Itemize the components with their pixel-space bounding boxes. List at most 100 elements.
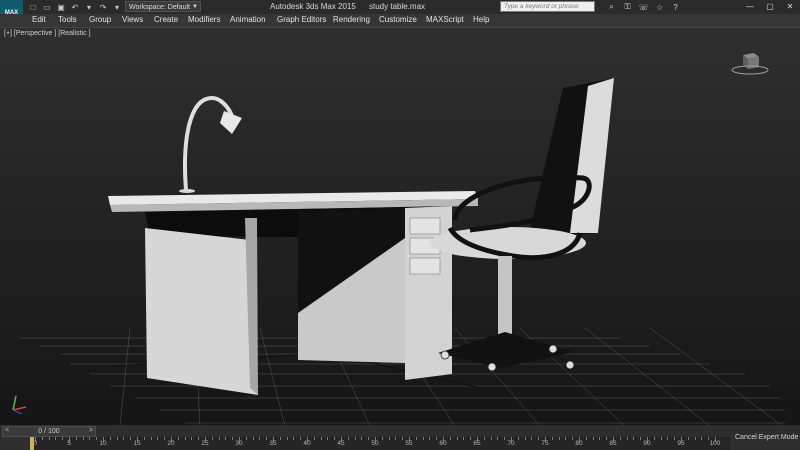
timeline-tick bbox=[41, 437, 43, 440]
menu-animation[interactable]: Animation bbox=[230, 15, 266, 24]
menu-views[interactable]: Views bbox=[122, 15, 143, 24]
file-name: study table.max bbox=[369, 2, 426, 11]
chevron-down-icon: ▼ bbox=[192, 4, 198, 10]
subscription-icon[interactable]: ⚿ bbox=[621, 1, 634, 13]
timeline-tick-label: 10 bbox=[99, 440, 107, 447]
timeline-tick bbox=[517, 437, 519, 440]
timeline-tick bbox=[626, 437, 628, 440]
undo-dropdown-icon[interactable]: ▾ bbox=[83, 1, 95, 13]
menu-modifiers[interactable]: Modifiers bbox=[188, 15, 220, 24]
info-toolbar: ⌕ ⚿ ☏ ☆ ? bbox=[605, 1, 682, 13]
quick-access-toolbar: □ ▭ ▣ ↶ ▾ ↷ ▾ ▤ bbox=[27, 1, 137, 13]
timeline-tick bbox=[368, 437, 370, 440]
time-slider-label: 0 / 100 bbox=[38, 428, 60, 435]
timeline-tick bbox=[633, 437, 635, 440]
timeline-playhead[interactable] bbox=[30, 437, 34, 450]
close-icon[interactable]: ✕ bbox=[780, 0, 800, 13]
menu-group[interactable]: Group bbox=[89, 15, 111, 24]
desk-drawer-3 bbox=[409, 257, 441, 275]
timeline-tick bbox=[674, 437, 676, 440]
save-file-icon[interactable]: ▣ bbox=[55, 1, 67, 13]
timeline-tick bbox=[62, 437, 64, 440]
timeline-tick bbox=[402, 437, 404, 440]
desk-drawer-1 bbox=[409, 217, 441, 235]
perspective-viewport[interactable]: [+] [Perspective ] [Realistic ] bbox=[0, 27, 800, 426]
menu-maxscript[interactable]: MAXScript bbox=[426, 15, 464, 24]
timeline-tick bbox=[259, 437, 261, 440]
menu-create[interactable]: Create bbox=[154, 15, 178, 24]
timeline-tick bbox=[75, 437, 77, 440]
search-input[interactable]: Type a keyword or phrase bbox=[500, 1, 595, 12]
timeline-tick bbox=[422, 437, 424, 440]
timeline-tick bbox=[266, 437, 268, 440]
redo-icon[interactable]: ↷ bbox=[97, 1, 109, 13]
time-slider-next-icon[interactable]: > bbox=[89, 427, 93, 434]
timeline-ruler[interactable]: 0 5 10 15 20 25 30 35 40 45 50 55 60 65 70 75 80 85 90 95 10… bbox=[30, 437, 730, 450]
timeline-tick bbox=[252, 437, 254, 440]
menu-help[interactable]: Help bbox=[473, 15, 489, 24]
timeline-tick bbox=[347, 437, 349, 440]
menu-tools[interactable]: Tools bbox=[58, 15, 77, 24]
timeline-tick bbox=[218, 437, 220, 440]
open-file-icon[interactable]: ▭ bbox=[41, 1, 53, 13]
timeline-tick bbox=[490, 437, 492, 440]
timeline-tick bbox=[48, 437, 50, 440]
chair-gas-lift bbox=[498, 256, 512, 336]
timeline-tick bbox=[143, 437, 145, 440]
new-file-icon[interactable]: □ bbox=[27, 1, 39, 13]
undo-icon[interactable]: ↶ bbox=[69, 1, 81, 13]
menu-edit[interactable]: Edit bbox=[32, 15, 46, 24]
timeline-tick bbox=[497, 437, 499, 440]
chair-wheel-2 bbox=[487, 362, 497, 372]
timeline-tick bbox=[572, 437, 574, 440]
timeline-tick bbox=[415, 437, 417, 440]
desk-lamp bbox=[179, 95, 242, 193]
lamp-base bbox=[179, 189, 195, 193]
menu-customize[interactable]: Customize bbox=[379, 15, 417, 24]
timeline-tick bbox=[245, 437, 247, 440]
timeline-tick bbox=[524, 437, 526, 440]
timeline-tick bbox=[150, 437, 152, 440]
minimize-icon[interactable]: — bbox=[740, 0, 760, 13]
study-desk bbox=[108, 191, 478, 395]
timeline-tick-label: 45 bbox=[337, 440, 345, 447]
timeline-tick bbox=[130, 437, 132, 440]
binoculars-icon[interactable]: ⌕ bbox=[605, 1, 618, 13]
timeline-tick bbox=[619, 437, 621, 440]
timeline-tick bbox=[177, 437, 179, 440]
office-chair bbox=[430, 78, 614, 372]
timeline-tick-label: 75 bbox=[541, 440, 549, 447]
title-bar: MAX □ ▭ ▣ ↶ ▾ ↷ ▾ ▤ Workspace: Default ▼… bbox=[0, 0, 800, 26]
time-slider[interactable]: < 0 / 100 > bbox=[2, 426, 96, 437]
timeline-tick bbox=[436, 437, 438, 440]
timeline-tick-label: 90 bbox=[643, 440, 651, 447]
timeline-tick-label: 5 bbox=[67, 440, 71, 447]
maximize-icon[interactable]: ▢ bbox=[760, 0, 780, 13]
timeline-tick bbox=[82, 437, 84, 440]
timeline-tick bbox=[558, 437, 560, 440]
timeline-tick bbox=[109, 437, 111, 440]
menu-graph-editors[interactable]: Graph Editors bbox=[277, 15, 326, 24]
scene-render bbox=[20, 78, 785, 426]
timeline-tick bbox=[293, 437, 295, 440]
timeline-tick bbox=[585, 437, 587, 440]
timeline-tick bbox=[164, 437, 166, 440]
help-question-icon[interactable]: ? bbox=[669, 1, 682, 13]
viewcube-icon[interactable] bbox=[730, 49, 770, 79]
timeline-tick-label: 60 bbox=[439, 440, 447, 447]
timeline-tick bbox=[334, 437, 336, 440]
cancel-expert-mode-button[interactable]: Cancel Expert Mode bbox=[735, 434, 798, 441]
timeline-tick bbox=[463, 437, 465, 440]
time-slider-prev-icon[interactable]: < bbox=[5, 427, 9, 434]
chair-wheel-4 bbox=[548, 344, 558, 354]
timeline-tick-label: 20 bbox=[167, 440, 175, 447]
communication-icon[interactable]: ☏ bbox=[637, 1, 650, 13]
timeline-tick bbox=[531, 437, 533, 440]
chair-wheel-3 bbox=[565, 360, 575, 370]
workspace-dropdown[interactable]: Workspace: Default ▼ bbox=[125, 1, 201, 12]
timeline-tick bbox=[395, 437, 397, 440]
menu-rendering[interactable]: Rendering bbox=[333, 15, 370, 24]
redo-dropdown-icon[interactable]: ▾ bbox=[111, 1, 123, 13]
timeline-tick bbox=[660, 437, 662, 440]
favorites-star-icon[interactable]: ☆ bbox=[653, 1, 666, 13]
